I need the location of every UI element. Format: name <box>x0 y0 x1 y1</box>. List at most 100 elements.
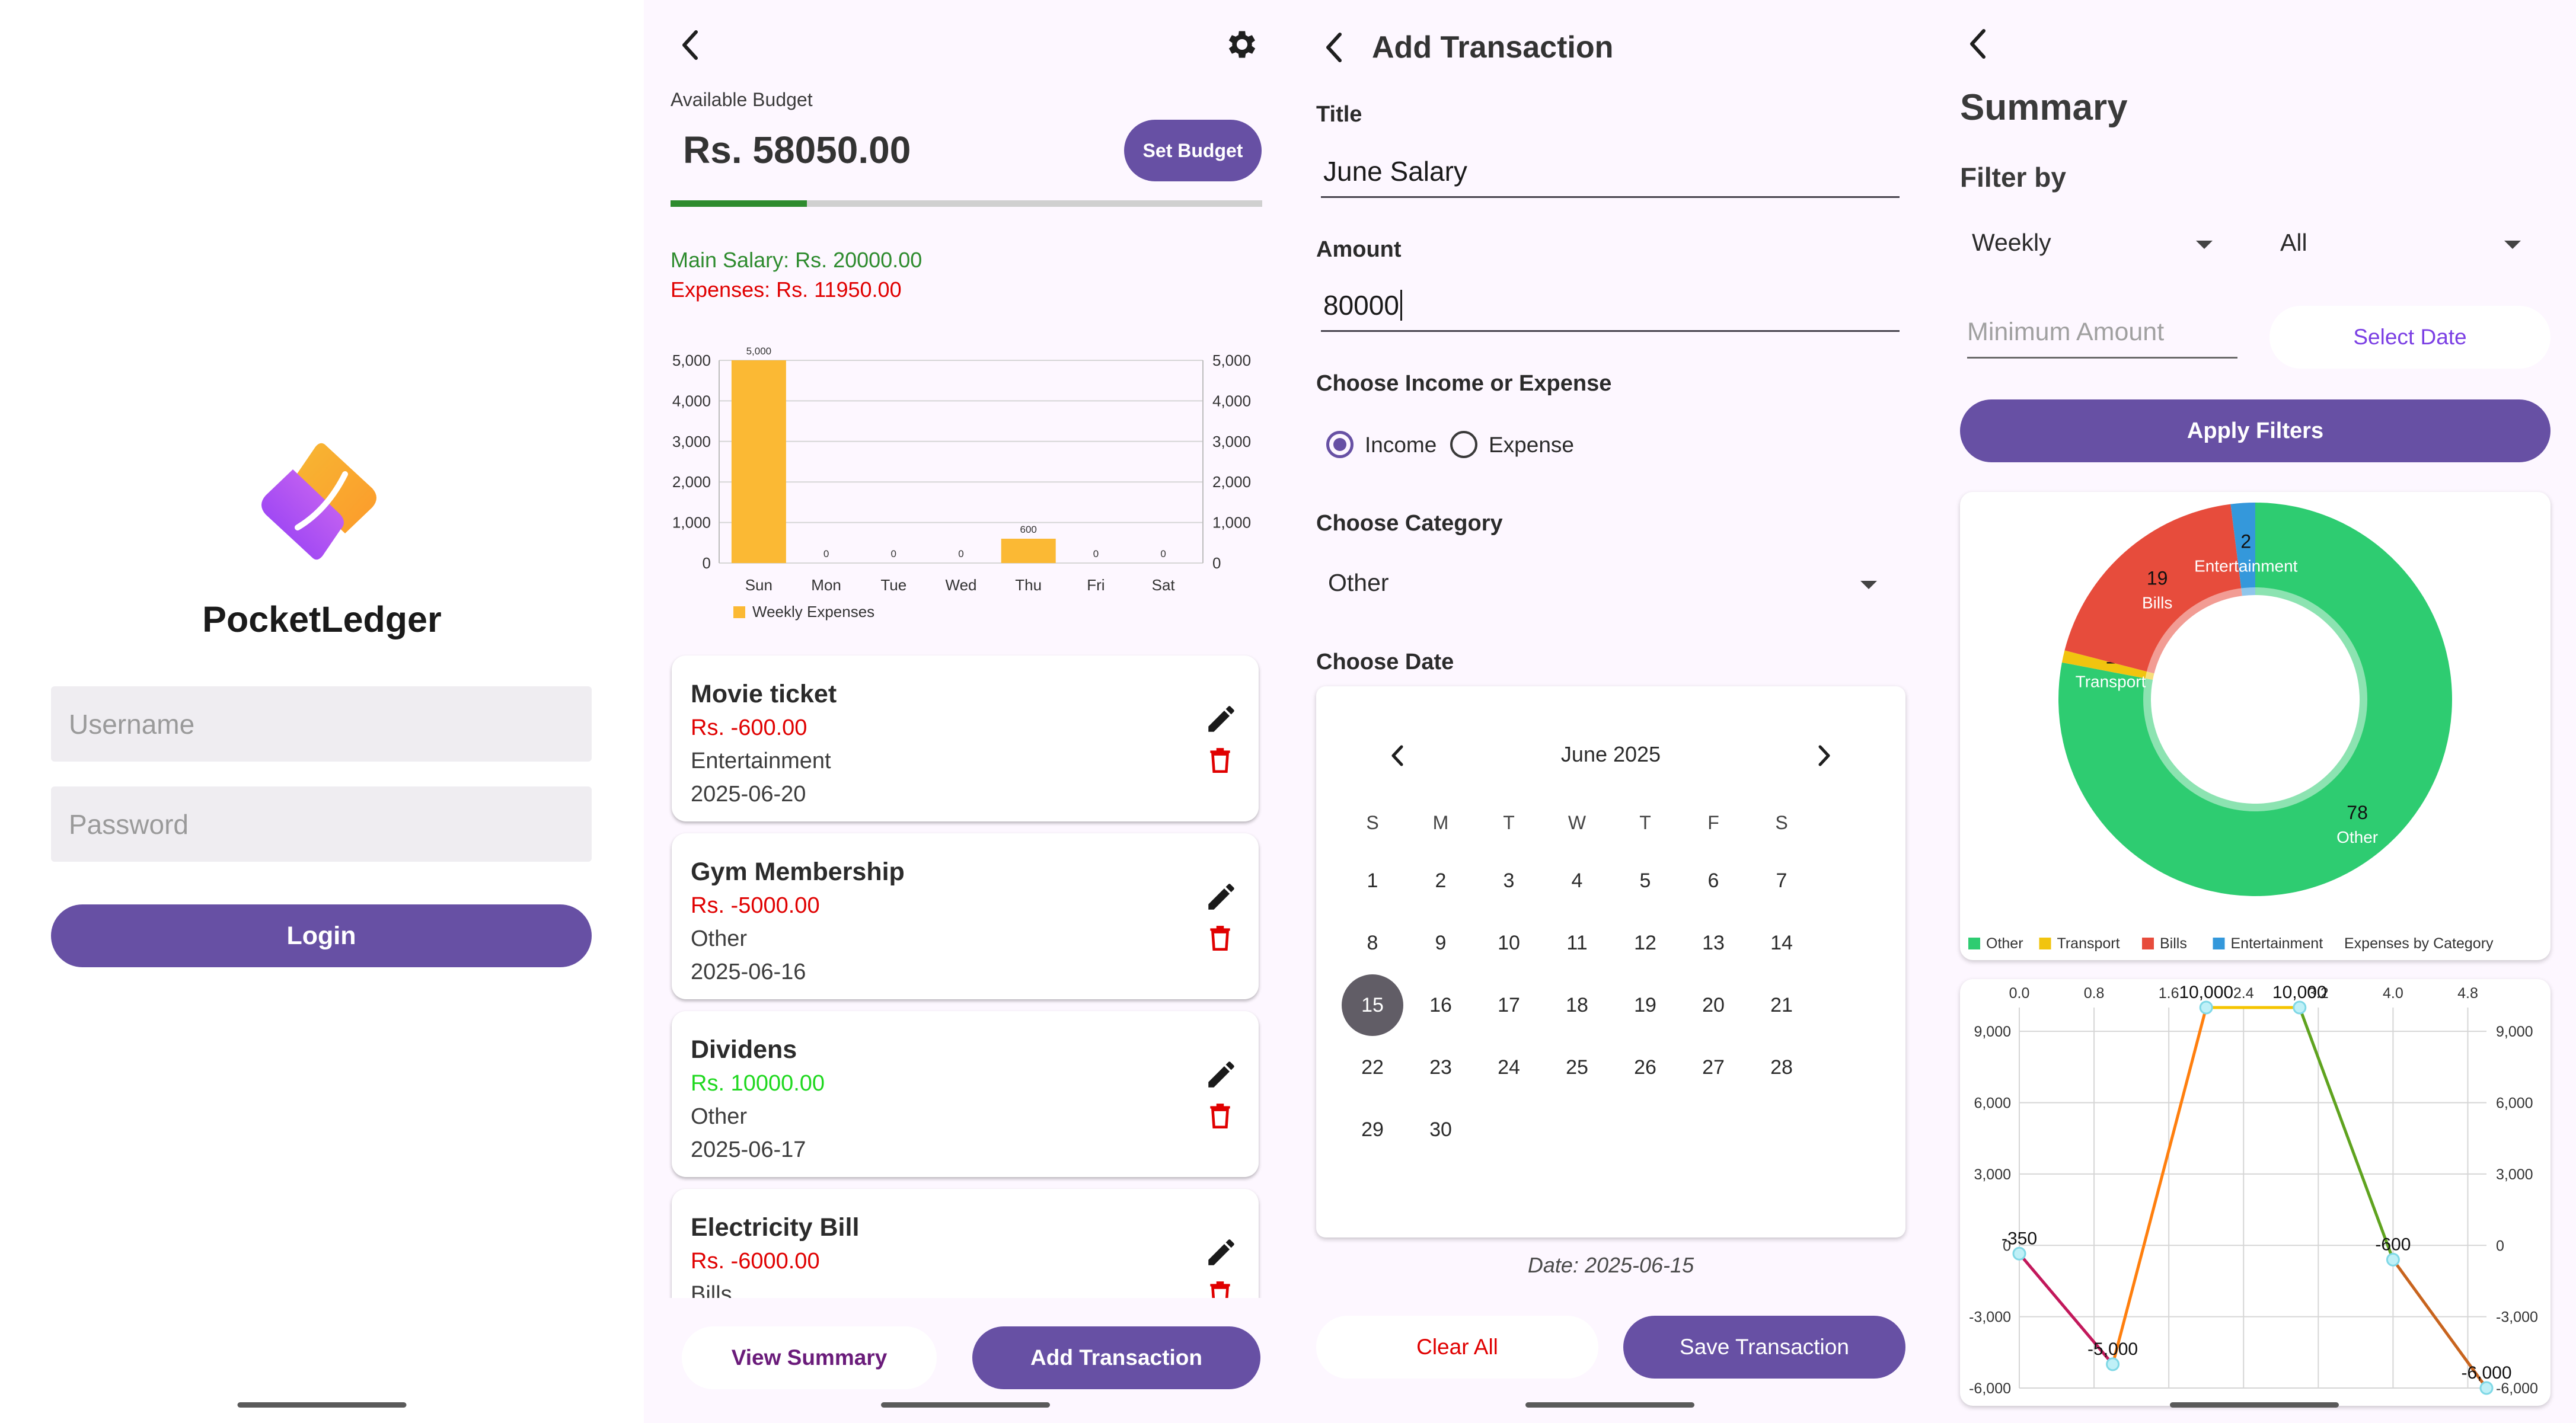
calendar-day[interactable]: 18 <box>1546 974 1608 1036</box>
calendar-day[interactable]: 7 <box>1751 850 1812 912</box>
set-budget-button[interactable]: Set Budget <box>1124 120 1262 181</box>
edit-icon[interactable] <box>1204 1235 1238 1269</box>
edit-icon[interactable] <box>1204 880 1238 914</box>
transaction-card[interactable]: Gym Membership Rs. -5000.00 Other 2025-06-1… <box>672 833 1259 999</box>
apply-filters-button[interactable]: Apply Filters <box>1960 399 2551 462</box>
weekday-label: M <box>1432 812 1449 833</box>
login-button[interactable]: Login <box>51 904 592 967</box>
y-tick-label-right: 0 <box>1212 554 1221 572</box>
min-amount-input[interactable]: Minimum Amount <box>1967 318 2237 359</box>
edit-icon[interactable] <box>1204 1057 1238 1092</box>
type-label: Choose Income or Expense <box>1316 371 1612 396</box>
transaction-title: Gym Membership <box>691 858 905 886</box>
delete-icon[interactable] <box>1205 743 1235 778</box>
transaction-amount: Rs. 10000.00 <box>691 1071 825 1096</box>
title-input[interactable]: June Salary <box>1321 155 1900 198</box>
category-filter-dropdown[interactable]: All <box>2280 229 2529 264</box>
calendar-day[interactable]: 16 <box>1410 974 1471 1036</box>
password-input[interactable] <box>69 786 592 862</box>
username-input[interactable] <box>69 686 592 762</box>
point-label: 10,000 <box>2179 983 2233 1002</box>
transaction-title: Dividens <box>691 1035 797 1064</box>
amount-input[interactable]: 80000 <box>1321 289 1900 332</box>
calendar-day[interactable]: 8 <box>1342 912 1403 974</box>
calendar-day[interactable]: 10 <box>1478 912 1540 974</box>
calendar-day-selected[interactable]: 15 <box>1342 974 1403 1036</box>
x-tick-label: Sat <box>1152 576 1176 594</box>
transaction-amount: Rs. -600.00 <box>691 715 807 740</box>
calendar-day[interactable]: 6 <box>1683 850 1744 912</box>
password-field[interactable] <box>51 786 592 862</box>
calendar-day[interactable]: 28 <box>1751 1037 1812 1098</box>
view-summary-button[interactable]: View Summary <box>682 1326 937 1389</box>
point-label: -6,000 <box>2461 1363 2511 1383</box>
calendar-day[interactable]: 13 <box>1683 912 1744 974</box>
transaction-title: Electricity Bill <box>691 1213 860 1242</box>
settings-gear-icon[interactable] <box>1224 26 1260 63</box>
app-name: PocketLedger <box>202 599 442 639</box>
date-label: Choose Date <box>1316 650 1454 674</box>
calendar-day[interactable]: 23 <box>1410 1037 1471 1098</box>
data-point <box>2479 1381 2494 1395</box>
calendar-day[interactable]: 9 <box>1410 912 1471 974</box>
x-tick-label: Mon <box>811 576 841 594</box>
calendar-day[interactable]: 12 <box>1614 912 1676 974</box>
calendar-day[interactable]: 26 <box>1614 1037 1676 1098</box>
add-transaction-button[interactable]: Add Transaction <box>972 1326 1260 1389</box>
chevron-left-icon[interactable] <box>1386 741 1410 770</box>
x-tick-label: Thu <box>1015 576 1042 594</box>
bar-data-label: 5,000 <box>746 346 772 357</box>
x-tick-label: 2.4 <box>2233 985 2254 1002</box>
legend-swatch <box>2213 938 2225 949</box>
bar-data-label: 600 <box>1020 524 1037 535</box>
calendar-day[interactable]: 5 <box>1614 850 1676 912</box>
calendar-day[interactable]: 27 <box>1683 1037 1744 1098</box>
period-value: Weekly <box>1972 229 2051 256</box>
calendar-day[interactable]: 24 <box>1478 1037 1540 1098</box>
calendar-day[interactable]: 22 <box>1342 1037 1403 1098</box>
calendar-day[interactable]: 25 <box>1546 1037 1608 1098</box>
weekday-label: T <box>1639 812 1651 833</box>
y-tick-label: 1,000 <box>672 514 711 532</box>
income-label: Income <box>1365 433 1437 457</box>
calendar-day[interactable]: 21 <box>1751 974 1812 1036</box>
slice-category-label: Bills <box>2142 593 2172 612</box>
period-dropdown[interactable]: Weekly <box>1972 229 2221 264</box>
transaction-card[interactable]: Dividens Rs. 10000.00 Other 2025-06-17 <box>672 1011 1259 1177</box>
calendar-day[interactable]: 30 <box>1410 1099 1471 1160</box>
delete-icon[interactable] <box>1205 921 1235 955</box>
calendar-day[interactable]: 3 <box>1478 850 1540 912</box>
select-date-button[interactable]: Select Date <box>2269 306 2551 369</box>
calendar-day[interactable]: 11 <box>1546 912 1608 974</box>
weekday-label: T <box>1503 812 1515 833</box>
calendar-day[interactable]: 1 <box>1342 850 1403 912</box>
title-label: Title <box>1316 102 1362 127</box>
chevron-right-icon[interactable] <box>1812 741 1836 770</box>
y-tick-label: 6,000 <box>1974 1095 2011 1112</box>
calendar-day[interactable]: 29 <box>1342 1099 1403 1160</box>
calendar-day[interactable]: 2 <box>1410 850 1471 912</box>
calendar-day[interactable]: 4 <box>1546 850 1608 912</box>
category-dropdown[interactable]: Other <box>1328 569 1885 605</box>
back-icon[interactable] <box>676 27 706 63</box>
delete-icon[interactable] <box>1205 1099 1235 1133</box>
income-radio[interactable] <box>1326 431 1354 458</box>
calendar-day[interactable]: 20 <box>1683 974 1744 1036</box>
save-transaction-button[interactable]: Save Transaction <box>1623 1316 1905 1379</box>
back-icon[interactable] <box>1964 26 1993 62</box>
clear-all-button[interactable]: Clear All <box>1316 1316 1598 1379</box>
y-tick-label-right: 5,000 <box>1212 351 1251 369</box>
home-indicator <box>2170 1402 2339 1408</box>
bar-data-label: 0 <box>958 548 963 559</box>
username-field[interactable] <box>51 686 592 762</box>
calendar-day[interactable]: 19 <box>1614 974 1676 1036</box>
calendar-day[interactable]: 17 <box>1478 974 1540 1036</box>
calendar-day[interactable]: 14 <box>1751 912 1812 974</box>
line-segment <box>2111 1007 2208 1365</box>
legend-swatch <box>2142 938 2154 949</box>
back-icon[interactable] <box>1320 30 1349 65</box>
transaction-card[interactable]: Movie ticket Rs. -600.00 Entertainment 2025… <box>672 655 1259 821</box>
expense-radio[interactable] <box>1450 431 1477 458</box>
radio-dot <box>1333 438 1346 451</box>
edit-icon[interactable] <box>1204 702 1238 736</box>
